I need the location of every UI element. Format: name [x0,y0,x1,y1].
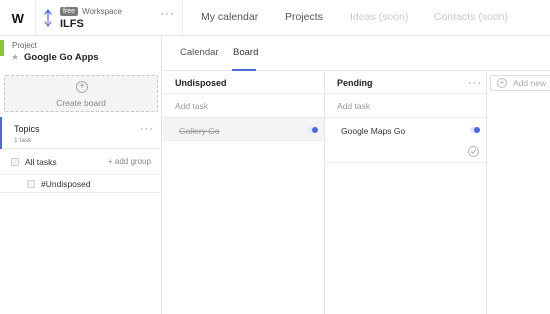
complete-check-icon[interactable] [468,146,479,157]
group-checkbox[interactable] [27,180,35,188]
sidebar: Project ★ Google Go Apps + Create board … [0,36,162,314]
top-bar: W free Workspace ILFS ··· My calendar Pr… [0,0,550,36]
board-task-count: 1 task [14,137,32,144]
board-more-icon[interactable]: ··· [140,124,154,135]
task-card[interactable]: Google Maps Go [325,117,486,163]
task-toggle[interactable] [308,127,318,133]
nav-my-calendar[interactable]: My calendar [201,11,258,23]
all-tasks-row[interactable]: All tasks + add group [0,154,162,172]
add-new-column-button[interactable]: + Add new [490,75,550,91]
board-name: Topics [14,124,40,134]
board-column-undisposed: Undisposed Add task Gallery Go [163,71,325,314]
tab-calendar[interactable]: Calendar [180,47,219,58]
workspace-selector[interactable]: free Workspace ILFS [60,7,122,30]
board-column-pending: Pending ··· Add task Google Maps Go [325,71,487,314]
nav-projects[interactable]: Projects [285,11,323,23]
column-header-divider [163,93,324,94]
add-group-button[interactable]: + add group [108,157,151,166]
add-new-label: Add new [513,78,547,88]
tab-board[interactable]: Board [233,47,258,58]
plus-circle-icon: + [76,81,88,93]
create-board-button[interactable]: + Create board [4,75,158,112]
app-logo[interactable]: W [0,0,36,36]
task-title: Google Maps Go [341,126,406,136]
workspace-label: Workspace [82,7,122,16]
all-tasks-checkbox[interactable] [11,158,19,166]
logo-letter: W [11,10,24,26]
toggle-dot [474,127,480,133]
add-task-button[interactable]: Add task [175,101,208,111]
board-item-topics[interactable]: Topics 1 task ··· [0,117,162,149]
add-task-button[interactable]: Add task [337,101,370,111]
nav-contacts: Contacts (soon) [434,11,509,23]
plus-circle-icon: + [497,78,507,88]
task-card[interactable]: Gallery Go [163,117,324,141]
create-board-label: Create board [56,98,106,108]
nav-ideas: Ideas (soon) [350,11,409,23]
project-label: Project [12,41,37,50]
column-more-icon[interactable]: ··· [468,78,482,89]
column-title: Pending [337,78,373,88]
task-title: Gallery Go [179,126,220,136]
all-tasks-label: All tasks [25,157,57,167]
workspace-more-icon[interactable]: ··· [160,7,175,19]
top-divider [182,0,183,36]
view-tabs: Calendar Board [163,36,550,71]
switch-arrows-icon[interactable] [43,9,53,27]
plan-badge: free [60,7,79,16]
toggle-dot [312,127,318,133]
group-label: #Undisposed [41,179,91,189]
task-toggle[interactable] [470,127,480,133]
column-header-divider [325,93,486,94]
project-name[interactable]: Google Go Apps [24,52,99,63]
star-icon[interactable]: ★ [11,52,19,63]
group-item-undisposed[interactable]: #Undisposed [0,175,162,193]
project-color-marker [0,40,4,56]
active-board-marker [0,117,2,149]
workspace-name: ILFS [60,18,84,30]
column-title: Undisposed [175,78,227,88]
